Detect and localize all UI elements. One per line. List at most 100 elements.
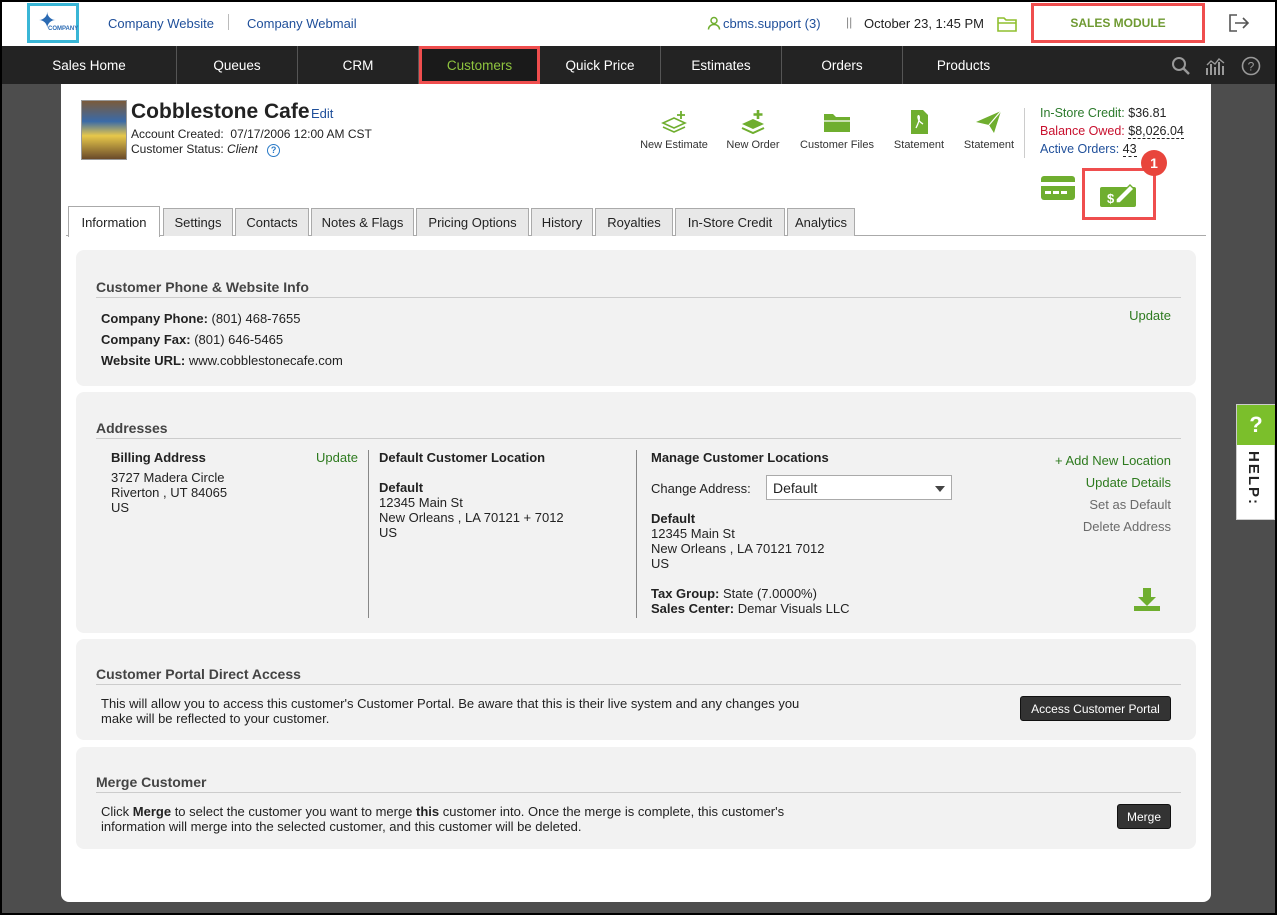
nav-quick-price[interactable]: Quick Price xyxy=(540,46,661,84)
company-website-link[interactable]: Company Website xyxy=(108,16,214,31)
nav-customers[interactable]: Customers xyxy=(419,46,540,84)
balance-owed-value[interactable]: $8,026.04 xyxy=(1128,124,1184,139)
user-menu[interactable]: cbms.support (3) xyxy=(707,16,821,31)
divider xyxy=(228,14,229,30)
merge-card: Merge Customer Click Merge to select the… xyxy=(76,747,1196,849)
merge-text-part: customer into. Once the merge is complet… xyxy=(439,804,785,819)
statement-pdf-label: Statement xyxy=(893,139,945,151)
download-icon[interactable] xyxy=(1133,586,1161,612)
help-circle-icon[interactable]: ? xyxy=(1241,56,1261,76)
default-location-line: New Orleans , LA 70121 + 7012 xyxy=(379,510,564,525)
customer-status-label: Customer Status: xyxy=(131,142,224,156)
phone-website-card: Customer Phone & Website Info Company Ph… xyxy=(76,250,1196,386)
divider: || xyxy=(846,15,853,29)
default-location-title: Default Customer Location xyxy=(379,450,546,465)
billing-update-link[interactable]: Update xyxy=(316,450,358,465)
new-order-label: New Order xyxy=(726,139,780,151)
tax-label: Tax Group: xyxy=(651,586,720,601)
pdf-icon xyxy=(911,110,928,134)
tab-analytics[interactable]: Analytics xyxy=(787,208,855,236)
new-estimate-button[interactable]: New Estimate xyxy=(639,109,709,151)
folder-icon[interactable] xyxy=(997,15,1017,33)
new-order-button[interactable]: New Order xyxy=(723,109,783,151)
merge-button[interactable]: Merge xyxy=(1117,804,1171,829)
statement-send-button[interactable]: Statement xyxy=(960,109,1018,151)
nav-orders[interactable]: Orders xyxy=(782,46,903,84)
manage-location-name: Default xyxy=(651,511,696,526)
tab-instore-credit[interactable]: In-Store Credit xyxy=(675,208,785,236)
instore-credit: In-Store Credit: $36.81 xyxy=(1040,106,1166,120)
sales-center: Sales Center: Demar Visuals LLC xyxy=(651,601,849,616)
tab-history[interactable]: History xyxy=(531,208,593,236)
tab-settings[interactable]: Settings xyxy=(163,208,233,236)
billing-line: Riverton , UT 84065 xyxy=(111,485,228,500)
status-help-icon[interactable]: ? xyxy=(267,144,281,157)
tab-royalties[interactable]: Royalties xyxy=(595,208,673,236)
delete-address-link[interactable]: Delete Address xyxy=(1083,519,1171,534)
change-address-value: Default xyxy=(773,480,818,496)
change-address-select[interactable]: Default xyxy=(766,475,952,500)
help-question-icon: ? xyxy=(1237,405,1275,445)
section-title: Customer Phone & Website Info xyxy=(96,279,309,295)
main-nav: Sales Home Queues CRM Customers Quick Pr… xyxy=(2,46,1275,84)
billing-line: 3727 Madera Circle xyxy=(111,470,225,485)
statement-pdf-button[interactable]: Statement xyxy=(890,109,948,151)
user-name: cbms.support (3) xyxy=(723,16,821,31)
sales-module-button[interactable]: SALES MODULE xyxy=(1031,3,1205,43)
new-estimate-label: New Estimate xyxy=(640,139,708,151)
nav-estimates[interactable]: Estimates xyxy=(661,46,782,84)
url-label: Website URL: xyxy=(101,353,186,368)
help-side-tab[interactable]: ? HELP: xyxy=(1236,404,1275,520)
divider xyxy=(96,438,1181,439)
add-location-link[interactable]: + Add New Location xyxy=(1055,453,1171,468)
phone-label: Company Phone: xyxy=(101,311,208,326)
customer-tabs: Information Settings Contacts Notes & Fl… xyxy=(66,206,1206,237)
logout-icon[interactable] xyxy=(1228,13,1250,33)
phone-value: (801) 468-7655 xyxy=(211,311,301,326)
company-webmail-link[interactable]: Company Webmail xyxy=(247,16,357,31)
manage-locations-title: Manage Customer Locations xyxy=(651,450,829,465)
set-default-link[interactable]: Set as Default xyxy=(1089,497,1171,512)
portal-card: Customer Portal Direct Access This will … xyxy=(76,639,1196,740)
nav-crm[interactable]: CRM xyxy=(298,46,419,84)
tab-information[interactable]: Information xyxy=(68,206,160,237)
credit-card-icon[interactable] xyxy=(1040,174,1076,202)
customer-status-value: Client xyxy=(227,142,258,156)
tax-value: State (7.0000%) xyxy=(723,586,817,601)
nav-queues[interactable]: Queues xyxy=(177,46,298,84)
customer-files-button[interactable]: Customer Files xyxy=(797,109,877,151)
customer-name: Cobblestone Cafe xyxy=(131,100,310,123)
change-address-label: Change Address: xyxy=(651,481,751,496)
tab-pricing-options[interactable]: Pricing Options xyxy=(416,208,529,236)
analytics-icon[interactable] xyxy=(1205,56,1227,76)
user-icon xyxy=(707,16,721,30)
default-location-line: US xyxy=(379,525,398,540)
update-phone-link[interactable]: Update xyxy=(1129,308,1171,323)
active-orders: Active Orders: 43 xyxy=(1040,142,1137,157)
svg-text:$: $ xyxy=(1107,191,1115,206)
update-details-link[interactable]: Update Details xyxy=(1086,475,1171,490)
active-orders-value[interactable]: 43 xyxy=(1122,142,1137,157)
nav-products[interactable]: Products xyxy=(903,46,1024,84)
website-url: Website URL: www.cobblestonecafe.com xyxy=(101,353,343,368)
step-badge: 1 xyxy=(1141,150,1167,176)
search-icon[interactable] xyxy=(1171,56,1191,76)
nav-sales-home[interactable]: Sales Home xyxy=(2,46,177,84)
tab-notes-flags[interactable]: Notes & Flags xyxy=(311,208,414,236)
company-phone: Company Phone: (801) 468-7655 xyxy=(101,311,300,326)
sales-center-label: Sales Center: xyxy=(651,601,735,616)
edit-customer-link[interactable]: Edit xyxy=(311,106,333,121)
access-portal-button[interactable]: Access Customer Portal xyxy=(1020,696,1171,721)
company-logo[interactable]: ✦ COMPANY xyxy=(27,3,79,43)
divider xyxy=(368,450,369,618)
merge-text-part: to select the customer you want to merge xyxy=(171,804,417,819)
fax-label: Company Fax: xyxy=(101,332,191,347)
instore-credit-value: $36.81 xyxy=(1128,106,1167,120)
manage-location-line: US xyxy=(651,556,670,571)
divider xyxy=(1024,108,1025,158)
default-location-name: Default xyxy=(379,480,424,495)
merge-text: Click Merge to select the customer you w… xyxy=(101,804,784,819)
instore-credit-label: In-Store Credit: xyxy=(1040,106,1125,120)
billing-address-title: Billing Address xyxy=(111,450,206,465)
tab-contacts[interactable]: Contacts xyxy=(235,208,309,236)
